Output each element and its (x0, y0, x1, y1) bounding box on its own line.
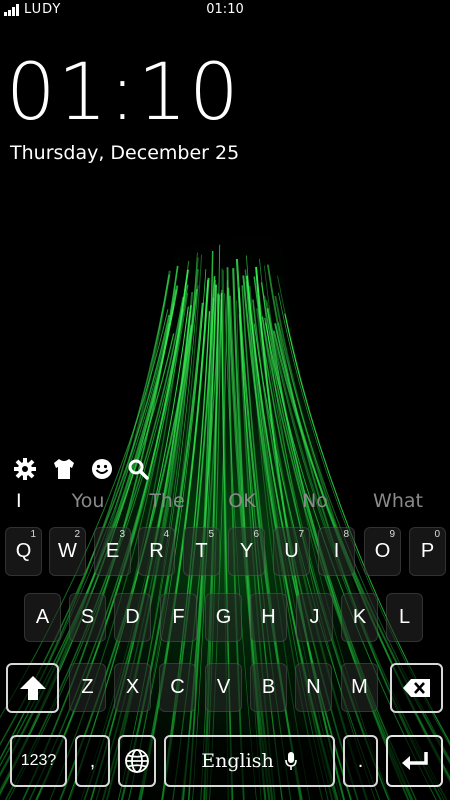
key-q[interactable]: Q1 (5, 527, 42, 576)
period-key[interactable]: . (343, 735, 378, 787)
key-label: T (195, 540, 208, 562)
key-o[interactable]: O9 (364, 527, 401, 576)
key-label: 123? (20, 752, 57, 769)
key-label: K (352, 606, 367, 628)
key-label: D (125, 606, 140, 628)
key-label: X (125, 676, 140, 698)
key-hint: 9 (389, 529, 395, 540)
key-p[interactable]: P0 (409, 527, 446, 576)
language-key[interactable] (118, 735, 156, 787)
key-f[interactable]: F (160, 593, 197, 642)
key-v[interactable]: V (205, 663, 242, 712)
key-e[interactable]: E3 (94, 527, 131, 576)
backspace-icon (402, 679, 430, 697)
key-i[interactable]: I8 (318, 527, 355, 576)
status-bar: LUDY 01:10 (0, 0, 450, 20)
key-hint: 3 (119, 529, 125, 540)
key-z[interactable]: Z (69, 663, 106, 712)
key-label: U (284, 540, 299, 562)
shift-key[interactable] (6, 663, 59, 713)
key-label: M (351, 676, 368, 698)
key-label: L (398, 606, 411, 628)
key-label: J (309, 606, 320, 628)
suggestion-bar: I You The OK No What (0, 490, 450, 520)
shift-arrow-icon (19, 676, 46, 700)
suggestion-item[interactable]: OK (207, 490, 277, 512)
key-u[interactable]: U7 (273, 527, 310, 576)
search-icon[interactable] (124, 455, 152, 483)
space-bar[interactable]: English (164, 735, 335, 787)
key-hint: 7 (298, 529, 304, 540)
key-m[interactable]: M (341, 663, 378, 712)
key-y[interactable]: Y6 (228, 527, 265, 576)
key-label: E (105, 540, 120, 562)
key-l[interactable]: L (386, 593, 423, 642)
key-w[interactable]: W2 (49, 527, 86, 576)
shirt-icon[interactable] (50, 455, 78, 483)
key-label: P (420, 540, 435, 562)
lockscreen-date: Thursday, December 25 (10, 142, 240, 164)
key-label: O (374, 540, 391, 562)
key-hint: 6 (253, 529, 259, 540)
numbers-key[interactable]: 123? (10, 735, 67, 787)
key-hint: 5 (208, 529, 214, 540)
suggestion-item[interactable]: I (16, 490, 36, 512)
suggestion-item[interactable]: No (280, 490, 350, 512)
key-t[interactable]: T5 (183, 527, 220, 576)
key-label: I (333, 540, 340, 562)
suggestion-item[interactable]: You (53, 490, 123, 512)
key-hint: 1 (30, 529, 36, 540)
key-h[interactable]: H (250, 593, 287, 642)
key-c[interactable]: C (159, 663, 196, 712)
key-label: C (170, 676, 185, 698)
gear-icon[interactable] (11, 455, 39, 483)
status-time: 01:10 (206, 2, 244, 17)
key-label: B (261, 676, 276, 698)
enter-key[interactable] (386, 735, 443, 787)
key-label: N (306, 676, 321, 698)
key-x[interactable]: X (114, 663, 151, 712)
globe-icon (125, 749, 149, 773)
backspace-key[interactable] (390, 663, 443, 713)
key-label: R (149, 540, 164, 562)
key-label: Y (239, 540, 254, 562)
key-r[interactable]: R4 (138, 527, 175, 576)
key-label: G (215, 606, 232, 628)
key-a[interactable]: A (24, 593, 61, 642)
key-label: , (89, 749, 96, 772)
microphone-icon (284, 752, 297, 770)
key-j[interactable]: J (296, 593, 333, 642)
key-label: Z (81, 676, 94, 698)
enter-arrow-icon (401, 752, 428, 770)
key-label: F (172, 606, 185, 628)
key-label: S (80, 606, 95, 628)
suggestion-item[interactable]: What (363, 490, 433, 512)
key-label: V (216, 676, 231, 698)
comma-key[interactable]: , (75, 735, 110, 787)
key-g[interactable]: G (205, 593, 242, 642)
key-hint: 0 (434, 529, 440, 540)
smiley-icon[interactable] (88, 455, 116, 483)
key-label: H (261, 606, 276, 628)
space-language-label: English (201, 750, 274, 772)
keyboard-toolbar (0, 455, 450, 485)
key-k[interactable]: K (341, 593, 378, 642)
key-hint: 8 (343, 529, 349, 540)
key-label: . (357, 749, 364, 772)
key-b[interactable]: B (250, 663, 287, 712)
suggestion-item[interactable]: The (132, 490, 202, 512)
key-label: Q (15, 540, 32, 562)
lockscreen-clock: 01:10 (6, 48, 241, 138)
key-d[interactable]: D (114, 593, 151, 642)
key-n[interactable]: N (295, 663, 332, 712)
key-hint: 4 (163, 529, 169, 540)
key-s[interactable]: S (69, 593, 106, 642)
key-hint: 2 (74, 529, 80, 540)
key-label: A (35, 606, 50, 628)
key-label: W (58, 540, 77, 562)
